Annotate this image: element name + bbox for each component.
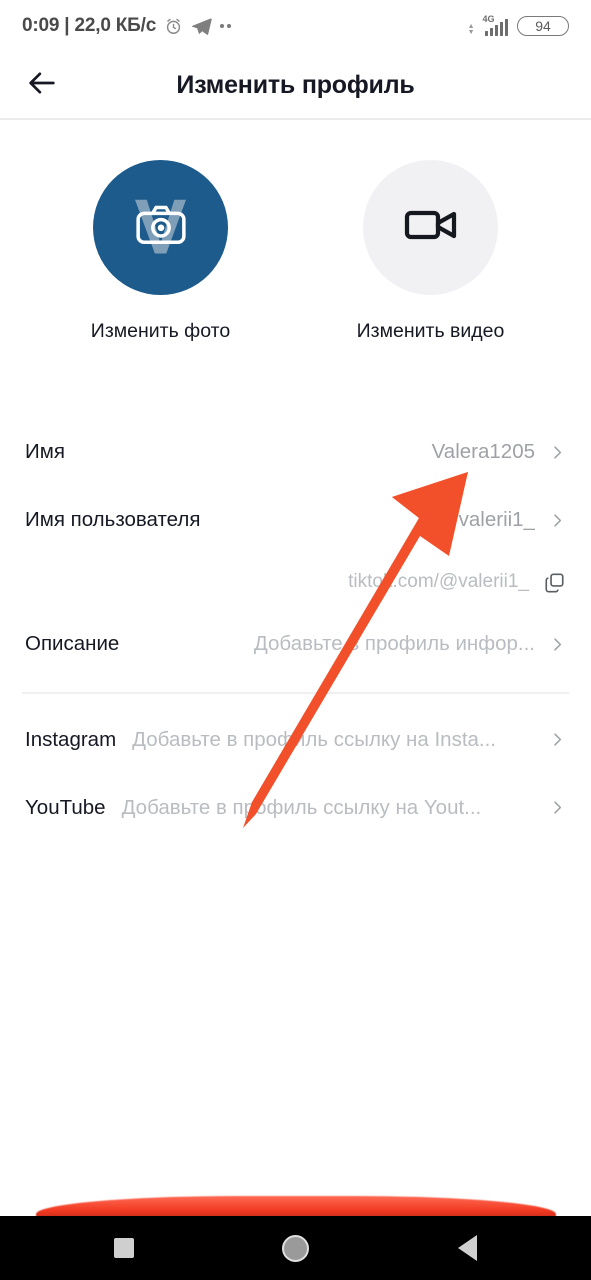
network-type-label: 4G (482, 14, 495, 24)
status-time-traffic: 0:09 | 22,0 КБ/с (22, 15, 157, 36)
row-instagram-label: Instagram (25, 727, 117, 751)
change-video-button[interactable]: Изменить видео (331, 160, 531, 345)
row-name-label: Имя (25, 440, 65, 463)
header-divider (0, 118, 591, 120)
signal-bars-icon: 4G (482, 14, 508, 36)
video-circle[interactable] (363, 160, 498, 295)
change-video-label: Изменить видео (356, 320, 505, 342)
row-instagram[interactable]: Instagram Добавьте в профиль ссылку на I… (0, 706, 591, 774)
device-red-curve (35, 1196, 556, 1216)
row-username-label: Имя пользователя (25, 508, 201, 531)
battery-indicator: 94 (517, 16, 569, 36)
change-photo-label: Изменить фото (90, 320, 231, 342)
back-arrow-icon (25, 66, 59, 105)
chevron-right-icon (549, 636, 566, 653)
avatar[interactable]: V (93, 160, 228, 295)
recents-button[interactable] (97, 1221, 151, 1275)
home-button[interactable] (269, 1221, 323, 1275)
app-header: Изменить профиль (0, 52, 591, 118)
back-triangle-icon (458, 1235, 477, 1261)
row-youtube-placeholder: Добавьте в профиль ссылку на Yout... (121, 795, 482, 819)
row-bio-placeholder: Добавьте в профиль инфор... (253, 632, 535, 655)
row-bio-label: Описание (25, 632, 120, 655)
row-name[interactable]: Имя Valera1205 (0, 418, 591, 486)
profile-url-row[interactable]: tiktok.com/@valerii1_ (0, 554, 591, 610)
device-red-edge (0, 1194, 591, 1216)
data-transfer-icon: ▲ ▼ (467, 23, 475, 36)
back-button[interactable] (18, 61, 66, 109)
profile-url-text: tiktok.com/@valerii1_ (348, 571, 529, 592)
phone-screen: 0:09 | 22,0 КБ/с ▲ ▼ 4G 94 Изменить проф… (0, 0, 591, 1280)
chevron-right-icon (549, 444, 566, 461)
alarm-clock-icon (164, 17, 183, 36)
chevron-right-icon (549, 512, 566, 529)
change-photo-button[interactable]: V Изменить фото (61, 160, 261, 345)
form-section-divider (22, 692, 569, 694)
chevron-right-icon (549, 731, 566, 748)
chevron-right-icon (549, 799, 566, 816)
page-title: Изменить профиль (176, 70, 415, 99)
back-button-nav[interactable] (441, 1221, 495, 1275)
row-bio[interactable]: Описание Добавьте в профиль инфор... (0, 610, 591, 678)
telegram-icon (191, 16, 212, 37)
copy-icon[interactable] (543, 571, 566, 594)
status-bar: 0:09 | 22,0 КБ/с ▲ ▼ 4G 94 (0, 0, 591, 52)
android-navigation-bar (0, 1216, 591, 1280)
camera-icon (133, 197, 189, 258)
row-name-value: Valera1205 (431, 440, 535, 463)
row-youtube[interactable]: YouTube Добавьте в профиль ссылку на You… (0, 774, 591, 842)
recents-square-icon (113, 1238, 134, 1258)
more-notifications-icon (220, 23, 236, 29)
profile-form: Имя Valera1205 Имя пользователя valerii1… (0, 418, 591, 842)
row-instagram-placeholder: Добавьте в профиль ссылку на Insta... (132, 727, 497, 751)
row-youtube-label: YouTube (25, 795, 106, 819)
status-bar-left: 0:09 | 22,0 КБ/с (22, 15, 236, 37)
media-edit-row: V Изменить фото Изменить видео (0, 160, 591, 345)
video-camera-icon (401, 195, 461, 260)
home-circle-icon (282, 1234, 309, 1262)
row-username-value: valerii1_ (458, 508, 535, 531)
status-bar-right: ▲ ▼ 4G 94 (467, 14, 569, 36)
row-username[interactable]: Имя пользователя valerii1_ (0, 486, 591, 554)
